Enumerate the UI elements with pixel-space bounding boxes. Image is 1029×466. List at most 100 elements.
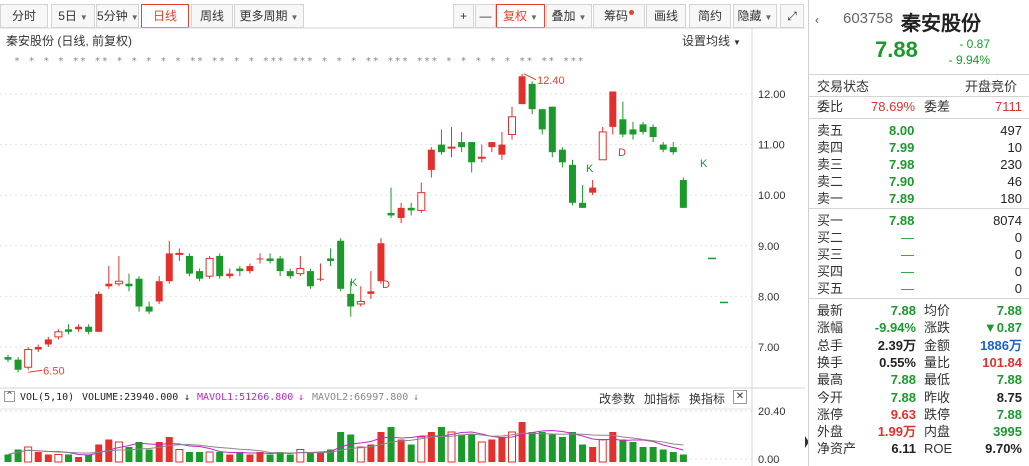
- candle-body: [24, 349, 33, 368]
- stat-label: 昨收: [924, 389, 951, 405]
- volume-header: ^ VOL(5,10) VOLUME:23940.000 ↓ MAVOL1:51…: [0, 389, 805, 409]
- bid-row: 买五 — 0: [809, 280, 1029, 297]
- stat-label: 跌停: [924, 406, 951, 422]
- candle-body: [185, 255, 193, 274]
- candle-body: [367, 291, 375, 294]
- candle-body: [165, 253, 173, 282]
- candle-body: [468, 142, 476, 163]
- ma-settings-label: 设置均线: [682, 34, 731, 48]
- stat-label: 最低: [924, 372, 951, 388]
- y-tick-label: 8.00: [758, 291, 779, 303]
- divider: [809, 74, 1029, 75]
- volume-bar: [145, 449, 153, 462]
- volume-bar: [679, 454, 687, 462]
- ask-label: 卖一: [817, 191, 844, 206]
- stock-terminal: 分时 5日 ▼ 5分钟 ▼ 日线 周线 更多周期 ▼ + — 复权 ▼ 叠加 ▼ 筹码 画线 简约 隐藏 ▼ ⤢ 12.…: [0, 0, 1029, 466]
- stat-label: 换手: [817, 354, 844, 370]
- y-tick-label: 10.00: [758, 190, 786, 202]
- volume-bar: [175, 449, 184, 463]
- candle-body: [114, 280, 123, 285]
- ma-settings-button[interactable]: 设置均线 ▼: [682, 32, 741, 49]
- candle-body: [105, 283, 113, 287]
- bid-label: 买二: [817, 230, 844, 245]
- stat-label: 最新: [817, 303, 844, 318]
- stat-value: 1.99万: [877, 424, 916, 440]
- candle-body: [377, 243, 385, 282]
- volume-bar: [558, 437, 566, 462]
- ask-volume: 46: [1007, 174, 1022, 189]
- stat-row: 外盘 1.99万 内盘 3995: [809, 423, 1029, 440]
- add-indicator-button[interactable]: 加指标: [644, 390, 680, 407]
- divider: [809, 298, 1029, 299]
- stat-label: 内盘: [924, 424, 951, 440]
- volume-bar: [477, 441, 486, 463]
- y-tick-label: 7.00: [758, 342, 779, 354]
- stock-name: 秦安股份: [901, 13, 981, 35]
- stat-value: 0.55%: [879, 354, 916, 370]
- ask-row: 卖五 8.00 497: [809, 122, 1029, 139]
- bid-price: —: [901, 230, 914, 245]
- chevron-down-icon: ▼: [733, 38, 741, 47]
- quote-panel: ‹ 603758 秦安股份 7.88 - 0.87 - 9.94% 交易状态 开…: [808, 0, 1029, 466]
- status-label: 交易状态: [817, 79, 870, 94]
- candle-body: [327, 258, 335, 261]
- volume-bar: [629, 442, 637, 462]
- ask-volume: 180: [1000, 191, 1022, 206]
- candle-body: [246, 266, 254, 272]
- volume-bar: [34, 452, 42, 462]
- volume-bar: [518, 422, 526, 462]
- volume-bar: [4, 454, 12, 462]
- volume-bar: [236, 452, 244, 462]
- candle-body: [548, 106, 556, 153]
- candle-body: [669, 147, 677, 153]
- volume-bar: [528, 432, 536, 462]
- edit-params-button[interactable]: 改参数: [599, 390, 635, 407]
- stat-label: 均价: [924, 303, 951, 318]
- volume-value: VOLUME:23940.000: [82, 392, 179, 403]
- stat-value: 8.75: [996, 389, 1022, 405]
- ask-volume: 230: [1000, 157, 1022, 172]
- volume-bar: [659, 449, 667, 462]
- volume-bar: [266, 454, 274, 462]
- ask-label: 卖五: [817, 123, 844, 138]
- bid-label: 买五: [817, 281, 844, 296]
- volume-bar: [498, 437, 506, 462]
- candle-body: [125, 283, 133, 287]
- close-icon[interactable]: ✕: [733, 390, 747, 404]
- candle-body: [95, 293, 103, 332]
- candle-body: [568, 164, 576, 203]
- ask-row: 卖四 7.99 10: [809, 139, 1029, 156]
- volume-bar: [114, 441, 123, 463]
- volume-bar: [538, 432, 546, 462]
- switch-indicator-button[interactable]: 换指标: [689, 390, 725, 407]
- volume-bar: [316, 452, 324, 462]
- low-marker-line: [28, 369, 43, 373]
- volume-bar: [286, 454, 294, 462]
- collapse-icon[interactable]: ^: [4, 391, 15, 402]
- ask-volume: 10: [1007, 140, 1022, 155]
- bid-volume: 0: [1014, 230, 1022, 245]
- volume-bar: [226, 454, 234, 462]
- volume-bar: [24, 446, 33, 463]
- stat-label: ROE: [924, 441, 953, 457]
- stat-value: 7.88: [890, 372, 916, 388]
- stat-value: 3995: [993, 424, 1022, 440]
- stat-value: 6.11: [891, 441, 916, 457]
- stat-label: 最高: [817, 372, 844, 388]
- panel-collapse-icon[interactable]: ‹: [815, 13, 819, 27]
- candle-body: [256, 258, 264, 260]
- candle-body: [458, 142, 466, 148]
- candle-body: [75, 326, 83, 330]
- candle-body: [14, 359, 22, 370]
- candle-body: [85, 326, 93, 332]
- volume-bar: [165, 437, 173, 462]
- candle-body: [639, 124, 647, 132]
- candle-body: [558, 149, 566, 163]
- volume-bar: [306, 452, 314, 462]
- volume-bar: [64, 454, 72, 462]
- mavol1-value: MAVOL1:51266.800: [197, 392, 294, 403]
- candle-body: [64, 329, 72, 332]
- bid-price: —: [901, 247, 914, 262]
- weibi-row: 委比 78.69% 委差 7111: [809, 98, 1029, 115]
- bid-label: 买一: [817, 213, 844, 228]
